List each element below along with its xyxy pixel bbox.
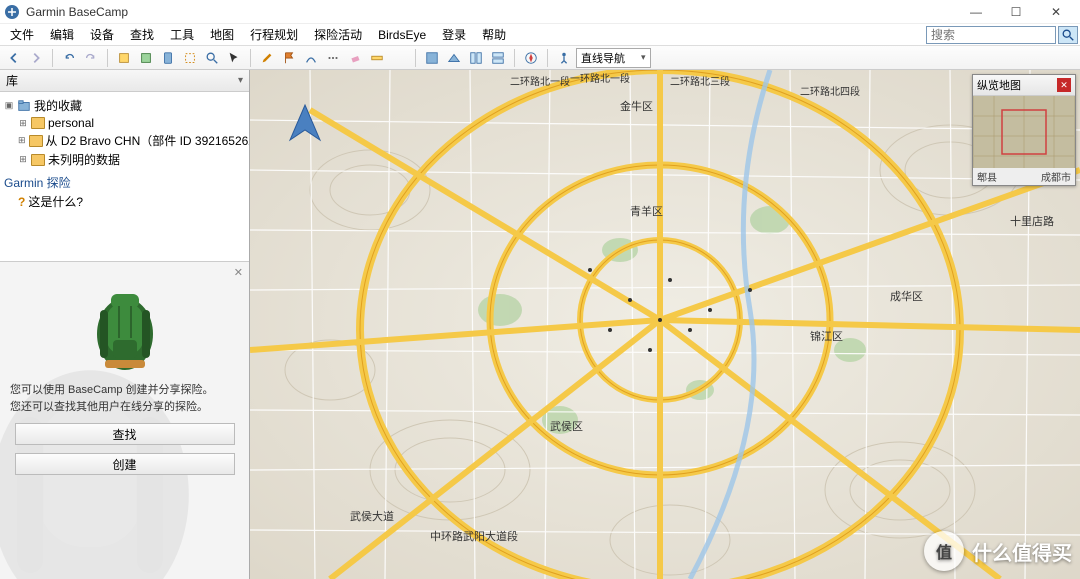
magnifier-icon [205,51,219,65]
pencil-icon [260,51,274,65]
overview-map[interactable]: 纵览地图 ✕ 郫县 成都市 [972,74,1076,186]
eraser-icon [348,51,362,65]
library-tree[interactable]: ▣ 我的收藏 ⊞ personal ⊞ 从 D2 Bravo CHN（部件 ID… [0,92,249,262]
menu-tools[interactable]: 工具 [162,24,202,45]
left-sidebar: 库 ▾ ▣ 我的收藏 ⊞ personal ⊞ 从 D2 Bravo CHN（部… [0,70,250,579]
titlebar: Garmin BaseCamp — ☐ ✕ [0,0,1080,24]
map2d-button[interactable] [422,48,442,68]
ruler-icon [370,51,384,65]
label-jinjiang: 锦江区 [810,329,843,343]
menu-birdseye[interactable]: BirdsEye [370,26,434,44]
svg-text:二环路北四段: 二环路北四段 [800,85,860,98]
tree-item-device[interactable]: ⊞ 从 D2 Bravo CHN（部件 ID 3921652628）(G:) 处… [4,131,245,150]
draw-button[interactable] [257,48,277,68]
watermark-text: 什么值得买 [972,537,1072,566]
search-icon [1061,28,1075,42]
pointer-button[interactable] [224,48,244,68]
menu-find[interactable]: 查找 [122,24,162,45]
map-area[interactable]: 金牛区 青羊区 成华区 锦江区 武侯区 武侯大道 中环路武阳大道段 十里店路 二… [250,70,1080,579]
view2-button[interactable] [488,48,508,68]
watermark: 值 什么值得买 [924,531,1072,571]
menu-device[interactable]: 设备 [82,24,122,45]
overview-header: 纵览地图 ✕ [973,75,1075,96]
profile-button[interactable] [554,48,574,68]
tree-help[interactable]: ? 这是什么? [4,192,245,211]
create-button[interactable]: 创建 [15,453,235,475]
search-input[interactable] [926,26,1056,44]
tree-item-personal[interactable]: ⊞ personal [4,115,245,131]
library-header: 库 ▾ [0,70,249,92]
forward-button[interactable] [26,48,46,68]
watermark-badge: 值 [924,531,964,571]
window-title: Garmin BaseCamp [26,5,956,19]
export-button[interactable] [136,48,156,68]
tree-section-garmin[interactable]: Garmin 探险 [4,173,245,192]
label-shilishi: 十里店路 [1010,214,1054,228]
search-button[interactable] [1058,26,1078,44]
pointer-icon [227,51,241,65]
flag-icon [282,51,296,65]
folder-icon [29,135,43,147]
view1-button[interactable] [466,48,486,68]
select-button[interactable] [180,48,200,68]
device-button[interactable] [158,48,178,68]
map-canvas[interactable]: 金牛区 青羊区 成华区 锦江区 武侯区 武侯大道 中环路武阳大道段 十里店路 二… [250,70,1080,579]
compass-icon [524,51,538,65]
find-button[interactable]: 查找 [15,423,235,445]
menubar: 文件 编辑 设备 查找 工具 地图 行程规划 探险活动 BirdsEye 登录 … [0,24,1080,46]
maximize-button[interactable]: ☐ [996,0,1036,24]
menu-help[interactable]: 帮助 [474,24,514,45]
measure-button[interactable] [367,48,387,68]
menu-edit[interactable]: 编辑 [42,24,82,45]
redo-button[interactable] [81,48,101,68]
label-wuhou: 武侯区 [550,419,583,433]
overview-body[interactable] [973,96,1075,168]
compass-button[interactable] [521,48,541,68]
menu-adventure[interactable]: 探险活动 [306,24,370,45]
waypoint-button[interactable] [279,48,299,68]
back-button[interactable] [4,48,24,68]
map3d-button[interactable] [444,48,464,68]
label-zhonghuan: 中环路武阳大道段 [430,529,518,543]
label-chenghua: 成华区 [890,289,923,303]
hiker-icon [557,51,571,65]
toolbar: 直线导航 [0,46,1080,70]
tree-item-unlisted[interactable]: ⊞ 未列明的数据 [4,150,245,169]
label-qingyang: 青羊区 [630,204,663,218]
label-jinniu: 金牛区 [620,99,653,113]
zoom-button[interactable] [202,48,222,68]
question-icon: ? [18,195,25,209]
import-button[interactable] [114,48,134,68]
route-button[interactable] [301,48,321,68]
svg-text:二环路北三段: 二环路北三段 [670,75,730,88]
svg-text:一环路北一段: 一环路北一段 [570,72,630,85]
panel-collapse-icon[interactable]: ▾ [238,75,243,86]
menu-trip[interactable]: 行程规划 [242,24,306,45]
erase-button[interactable] [345,48,365,68]
overview-close-icon[interactable]: ✕ [1057,78,1071,92]
tree-root[interactable]: ▣ 我的收藏 [4,96,245,115]
folder-icon [31,117,45,129]
panel-close-icon[interactable]: ✕ [234,266,243,279]
nav-mode-label: 直线导航 [581,50,625,66]
adventure-panel: ✕ 您可以使用 BaseCamp 创建并分享探险。 您还可以查找 [0,262,249,579]
collection-icon [17,99,31,113]
nav-mode-combo[interactable]: 直线导航 [576,48,651,68]
minimize-button[interactable]: — [956,0,996,24]
adventure-text: 您可以使用 BaseCamp 创建并分享探险。 您还可以查找其他用户在线分享的探… [10,382,239,415]
folder-icon [31,154,45,166]
close-button[interactable]: ✕ [1036,0,1076,24]
svg-text:二环路北一段: 二环路北一段 [510,75,570,88]
track-button[interactable] [323,48,343,68]
app-icon [4,4,20,20]
menu-map[interactable]: 地图 [202,24,242,45]
overview-footer: 郫县 成都市 [973,168,1075,185]
menu-login[interactable]: 登录 [434,24,474,45]
menu-file[interactable]: 文件 [2,24,42,45]
label-wuhoudadao: 武侯大道 [350,509,394,523]
undo-button[interactable] [59,48,79,68]
